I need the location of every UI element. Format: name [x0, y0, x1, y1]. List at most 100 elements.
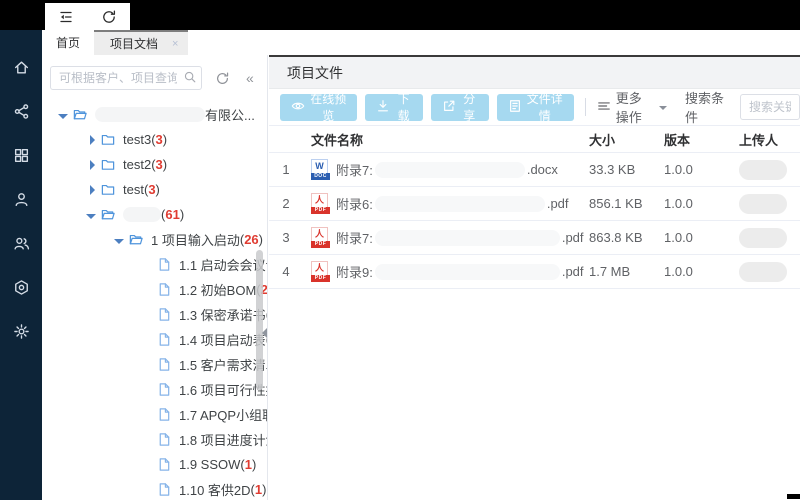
- folder-open-icon: [100, 207, 118, 223]
- tree-node-label: 1.4 项目启动表: [179, 333, 266, 348]
- audit-icon: [13, 279, 30, 301]
- tree-node[interactable]: 有限公...: [42, 102, 267, 127]
- node-count: 3: [155, 132, 163, 147]
- project-tree-panel: « 有限公...test3(3)test2(3)test(3)(61)1 项目输…: [42, 55, 268, 500]
- search-criteria-link[interactable]: 搜索条件: [685, 88, 728, 126]
- panel-collapse-handle[interactable]: [262, 327, 267, 339]
- tree-node[interactable]: 1.10 客供2D(1): [42, 477, 267, 500]
- collapse-double-icon[interactable]: «: [246, 71, 254, 85]
- tab-首页[interactable]: 首页: [42, 30, 94, 55]
- file-version: 1.0.0: [664, 230, 693, 245]
- col-header-filename: 文件名称: [311, 132, 364, 148]
- file-name-cell: 人 PDF 附录9: .pdf: [303, 261, 589, 282]
- tree-node[interactable]: 1.9 SSOW(1): [42, 452, 267, 477]
- table-row[interactable]: 4 人 PDF 附录9: .pdf 1.7 MB 1.0.0: [269, 255, 800, 289]
- file-icon: [156, 307, 174, 323]
- tree-node[interactable]: 1.5 客户需求清单(6): [42, 352, 267, 377]
- rail-item-home[interactable]: [0, 48, 42, 92]
- file-icon: [156, 432, 174, 448]
- node-count: 1: [244, 457, 252, 472]
- toolbar-divider: [584, 98, 586, 116]
- keyword-search-input[interactable]: [740, 94, 800, 120]
- tree-node-label: 1.2 初始BOM: [179, 283, 257, 298]
- tree-node[interactable]: 1.6 项目可行性报告(1): [42, 377, 267, 402]
- share-button[interactable]: 分享: [430, 92, 489, 123]
- redacted-file-name: [374, 161, 525, 178]
- redacted-uploader: [739, 227, 787, 248]
- tree-node[interactable]: 1.2 初始BOM(2): [42, 277, 267, 302]
- refresh-icon[interactable]: [101, 9, 117, 25]
- tree-node-label: 1.9 SSOW: [179, 457, 241, 472]
- rail-item-share[interactable]: [0, 92, 42, 136]
- tree-node-label: 1.10 客供2D: [179, 483, 251, 498]
- tree-node[interactable]: 1.7 APQP小组职责与权...: [42, 402, 267, 427]
- tree-node-label: test2: [123, 157, 152, 172]
- file-size: 863.8 KB: [589, 230, 643, 245]
- node-count: 61: [165, 207, 180, 222]
- pdf-file-icon: 人 PDF: [311, 193, 330, 214]
- node-count: 3: [155, 157, 163, 172]
- caret-down-icon[interactable]: [84, 211, 98, 219]
- tree-node[interactable]: 1.8 项目进度计划(1): [42, 427, 267, 452]
- table-row[interactable]: 3 人 PDF 附录7: .pdf 863.8 KB 1.0.0: [269, 221, 800, 255]
- main-content: 项目文件 在线预览 下载 分享 文件详情 更多操作 搜索条件 文件名称 大小 版本 上传人…: [269, 55, 800, 500]
- folder-icon: [100, 132, 118, 148]
- file-size: 1.7 MB: [589, 264, 631, 279]
- count-paren: ): [179, 207, 185, 222]
- uploader-cell: [739, 193, 799, 214]
- file-version: 1.0.0: [664, 264, 693, 279]
- tab-label: 项目文档: [110, 37, 159, 51]
- caret-right-icon[interactable]: [84, 184, 98, 195]
- corner-artifact: [787, 494, 800, 499]
- rail-item-user[interactable]: [0, 180, 42, 224]
- table-row[interactable]: 1 W DOC 附录7: .docx 33.3 KB 1.0.0: [269, 153, 800, 187]
- rail-item-audit[interactable]: [0, 268, 42, 312]
- tree-search-input[interactable]: [50, 66, 202, 90]
- file-details-button[interactable]: 文件详情: [496, 92, 574, 123]
- file-extension: .pdf: [561, 264, 584, 279]
- tab-close-icon[interactable]: ×: [172, 38, 178, 50]
- file-icon: [156, 357, 174, 373]
- count-paren: (: [266, 307, 267, 322]
- file-name-prefix: 附录9:: [336, 265, 373, 280]
- fold-icon[interactable]: [58, 9, 74, 25]
- tree-node[interactable]: (61): [42, 202, 267, 227]
- download-button[interactable]: 下载: [365, 92, 423, 123]
- tree-node-label: 有限公...: [205, 108, 255, 123]
- user-icon: [13, 191, 30, 213]
- caret-down-icon[interactable]: [112, 236, 126, 244]
- file-size: 33.3 KB: [589, 162, 636, 177]
- caret-right-icon[interactable]: [84, 134, 98, 145]
- caret-right-icon[interactable]: [84, 159, 98, 170]
- table-header: 文件名称 大小 版本 上传人: [269, 126, 800, 153]
- more-operations-button[interactable]: 更多操作: [597, 88, 668, 126]
- folder-icon: [100, 182, 118, 198]
- caret-down-icon[interactable]: [56, 111, 70, 119]
- tab-项目文档[interactable]: 项目文档 ×: [94, 30, 189, 55]
- table-row[interactable]: 2 人 PDF 附录6: .pdf 856.1 KB 1.0.0: [269, 187, 800, 221]
- file-name-cell: 人 PDF 附录7: .pdf: [303, 227, 589, 248]
- file-version: 1.0.0: [664, 162, 693, 177]
- preview-button[interactable]: 在线预览: [280, 92, 358, 123]
- rail-item-settings[interactable]: [0, 312, 42, 356]
- tab-bar: 首页 项目文档 ×: [42, 30, 800, 55]
- tree-search-row: «: [50, 66, 261, 90]
- tree-scrollbar-thumb[interactable]: [256, 250, 263, 390]
- tree-node[interactable]: 1.4 项目启动表(4): [42, 327, 267, 352]
- tree-node[interactable]: test2(3): [42, 152, 267, 177]
- redacted-label: [123, 207, 161, 222]
- tree-node[interactable]: 1.1 启动会会议记录(2): [42, 252, 267, 277]
- tree-node[interactable]: test3(3): [42, 127, 267, 152]
- redacted-file-name: [374, 195, 545, 212]
- rail-item-apps[interactable]: [0, 136, 42, 180]
- file-icon: [156, 332, 174, 348]
- rail-item-team[interactable]: [0, 224, 42, 268]
- button-label: 分享: [463, 92, 476, 123]
- word-file-icon: W DOC: [311, 159, 330, 180]
- tree-node[interactable]: test(3): [42, 177, 267, 202]
- list-icon: [597, 99, 616, 116]
- tree-node[interactable]: 1.3 保密承诺书(3): [42, 302, 267, 327]
- tree-node[interactable]: 1 项目输入启动(26): [42, 227, 267, 252]
- reload-tree-icon[interactable]: [215, 71, 230, 86]
- search-icon: [183, 70, 197, 89]
